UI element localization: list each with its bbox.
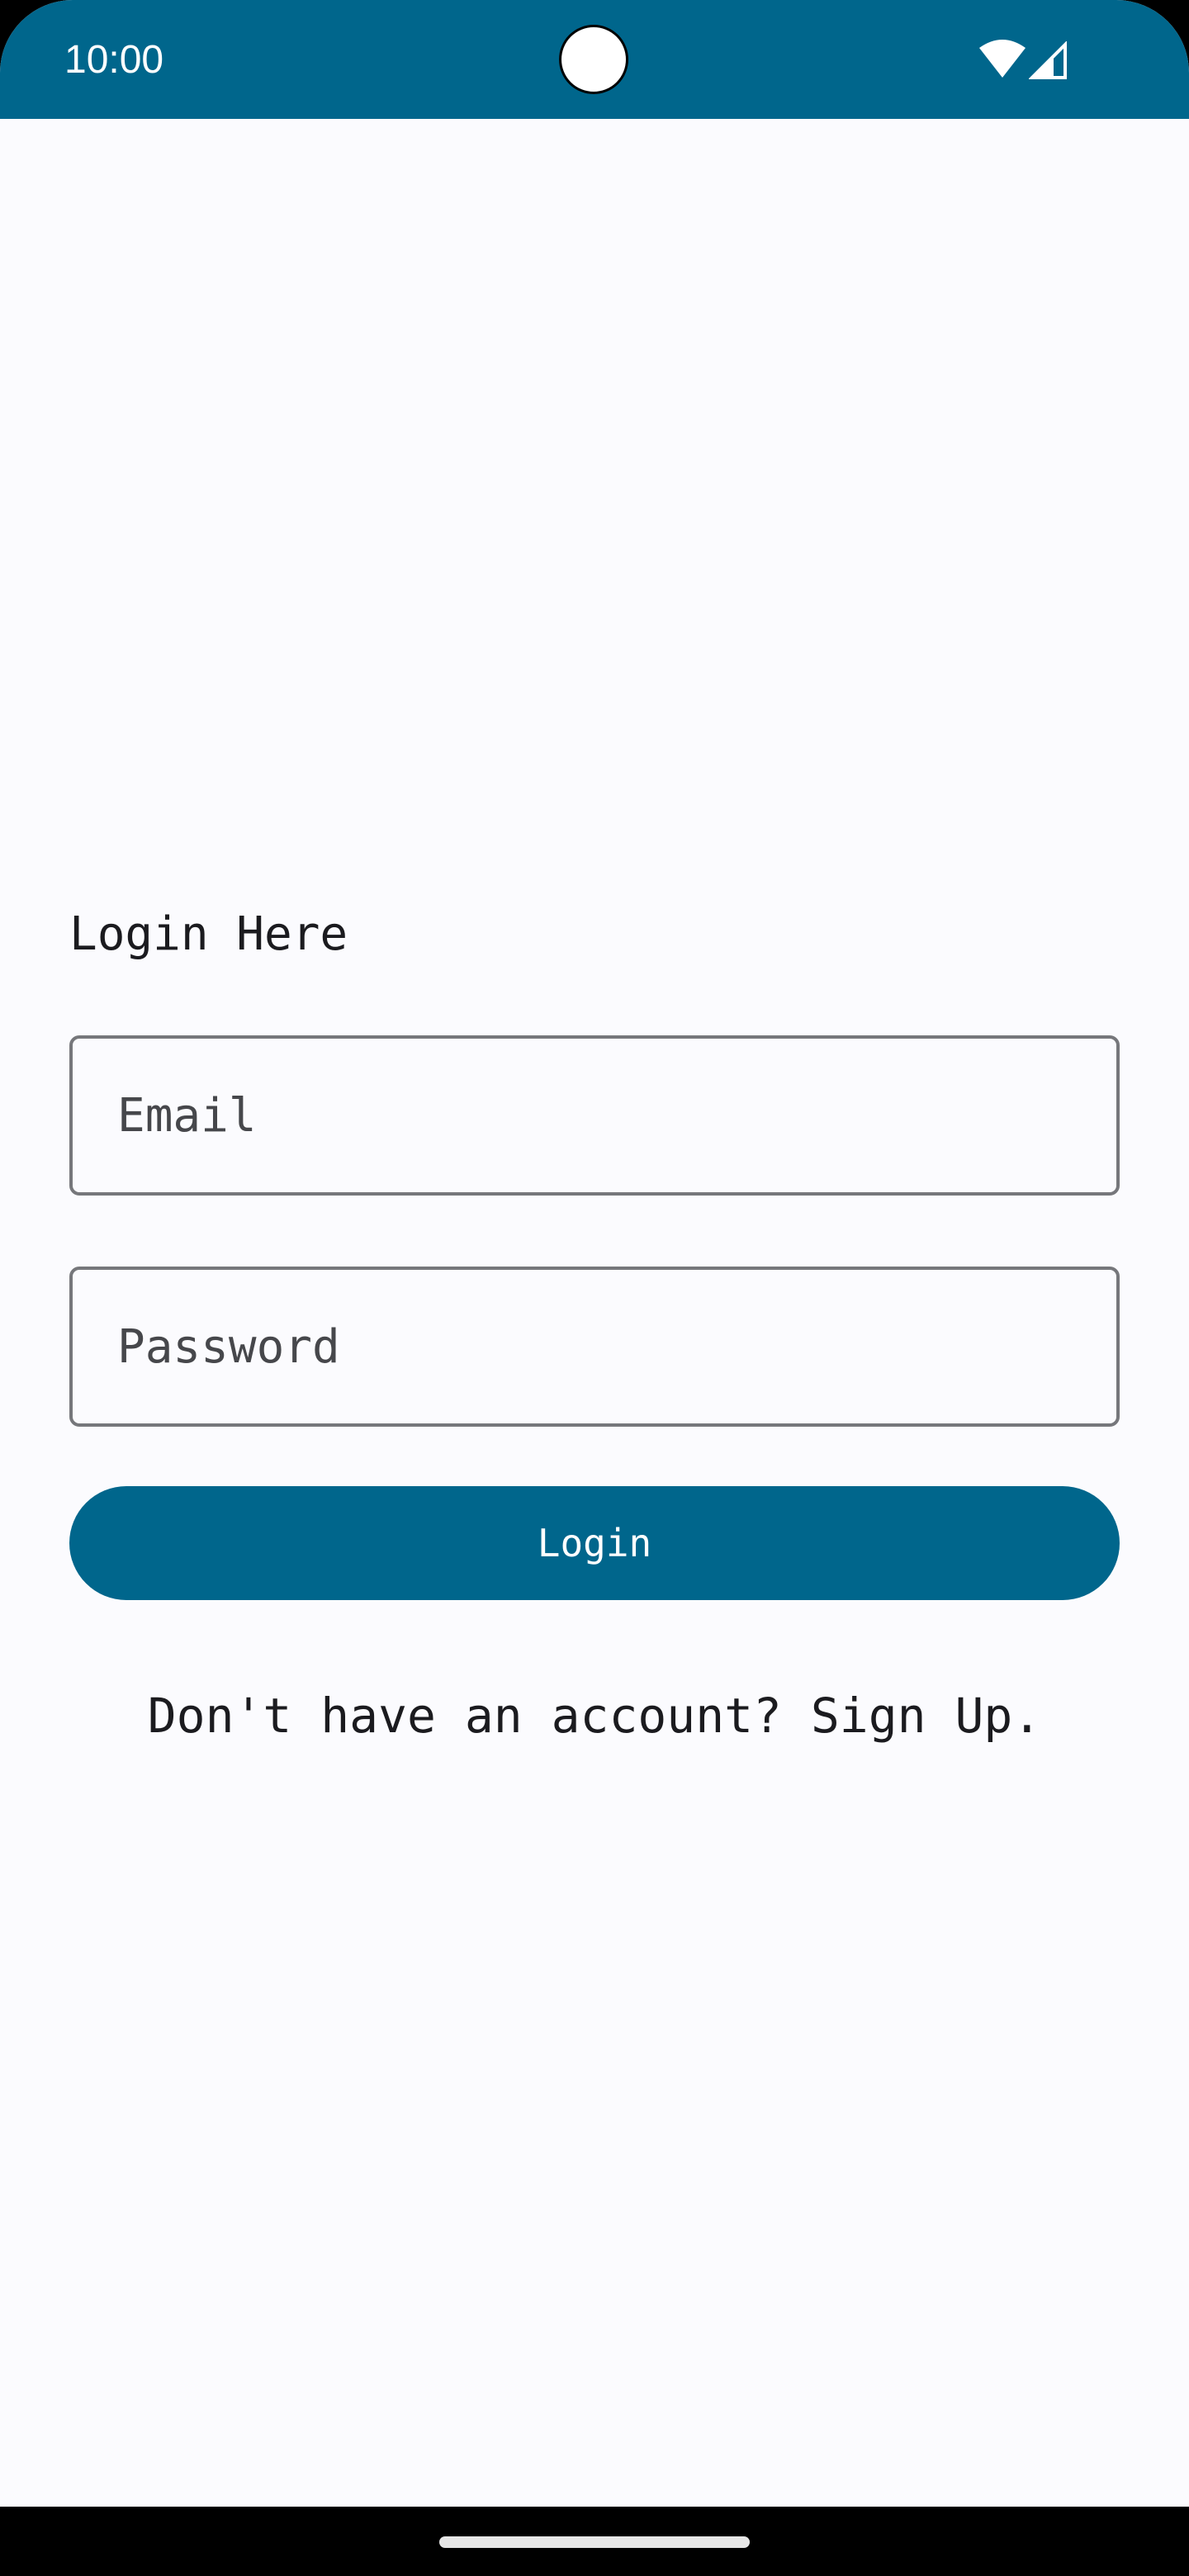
status-bar: 10:00 [0,0,1189,119]
home-gesture-handle[interactable] [439,2536,750,2548]
email-field[interactable] [69,1035,1120,1196]
email-input[interactable] [73,1039,1116,1192]
wifi-icon [979,40,1026,78]
status-time: 10:00 [64,38,164,82]
login-heading: Login Here [69,907,348,961]
sign-up-link[interactable]: Don't have an account? Sign Up. [0,1683,1189,1749]
front-camera [559,25,628,94]
login-button[interactable]: Login [69,1486,1120,1600]
cellular-signal-icon [1029,41,1067,79]
login-screen: 10:00 Login Here Login Don't have an acc… [0,0,1189,2576]
navigation-bar [0,2507,1189,2576]
password-field[interactable] [69,1267,1120,1427]
password-input[interactable] [73,1270,1116,1423]
